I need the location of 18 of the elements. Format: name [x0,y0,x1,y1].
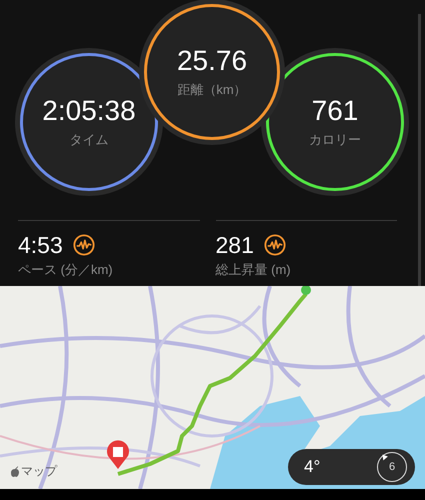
start-pin-icon [301,286,311,295]
apple-icon [10,466,20,478]
air-quality-index: 6 [388,461,396,473]
stat-value: 761 [312,95,358,127]
stat-label: タイム [70,131,108,149]
stat-label: 距離（km） [177,81,247,99]
waveform-icon[interactable] [264,234,286,256]
stat-label: カロリー [309,131,361,149]
attribution-text: マップ [21,463,57,480]
stat-value: 281 [216,231,254,259]
temperature: 4° [304,457,320,477]
stat-label: ペース (分／km) [18,261,114,279]
stat-value: 2:05:38 [42,95,136,127]
stat-value: 25.76 [176,45,248,77]
waveform-icon[interactable] [72,234,95,256]
stat-label: 総上昇量 (m) [216,261,292,279]
end-pin-icon [107,440,129,469]
stat-value: 4:53 [18,231,63,259]
